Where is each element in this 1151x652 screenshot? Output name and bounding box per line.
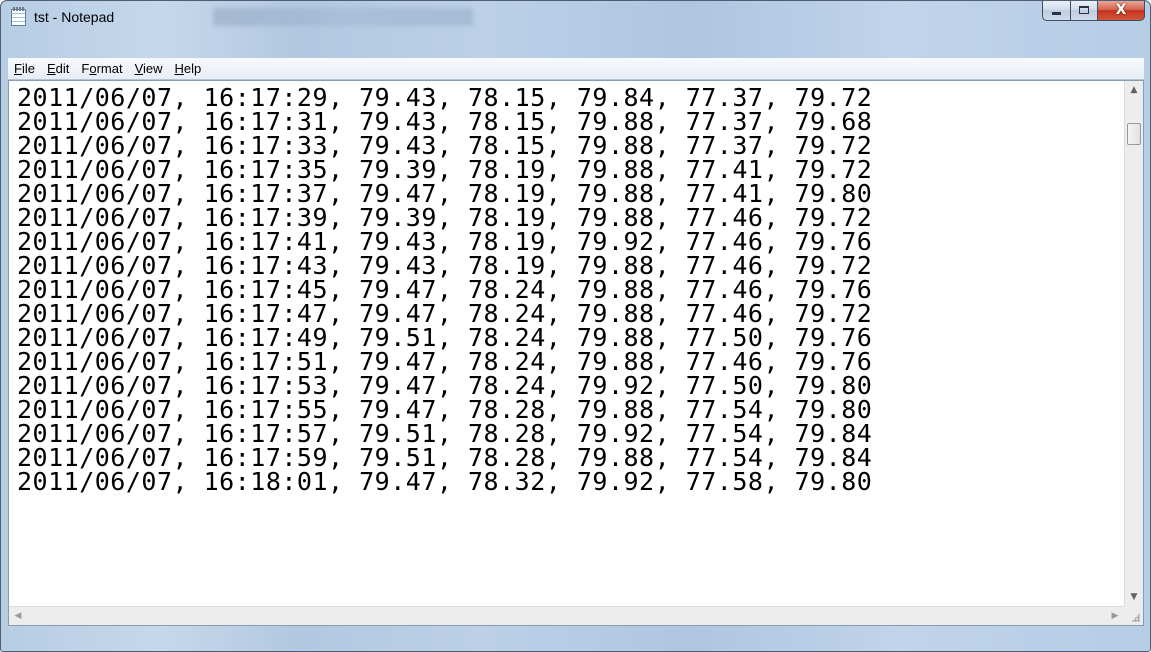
editor-text[interactable]: 2011/06/07, 16:17:29, 79.43, 78.15, 79.8…	[17, 86, 1115, 601]
close-button[interactable]: X	[1097, 1, 1145, 21]
scroll-right-icon[interactable]: ▶	[1106, 607, 1124, 625]
vertical-scroll-thumb[interactable]	[1127, 123, 1141, 145]
title-bar[interactable]: tst - Notepad X	[1, 1, 1150, 34]
notepad-window: tst - Notepad X File Edit Format View He…	[0, 0, 1151, 652]
menu-help-rest: elp	[183, 61, 202, 76]
menu-format-mnemonic: o	[89, 61, 97, 76]
caption-buttons: X	[1042, 1, 1145, 22]
menu-edit[interactable]: Edit	[41, 58, 75, 79]
background-blur	[213, 8, 473, 26]
scroll-up-icon[interactable]: ▲	[1125, 81, 1143, 99]
menu-view-rest: iew	[143, 61, 163, 76]
maximize-icon	[1079, 6, 1089, 14]
notepad-app-icon[interactable]	[11, 7, 26, 26]
text-line[interactable]: 2011/06/07, 16:18:01, 79.47, 78.32, 79.9…	[17, 469, 1115, 494]
menu-view-mnemonic: V	[134, 61, 143, 76]
menu-file-rest: ile	[21, 61, 35, 76]
size-grip-icon	[1131, 613, 1140, 622]
scroll-down-icon[interactable]: ▼	[1125, 588, 1143, 606]
notepad-spiral	[13, 7, 24, 11]
horizontal-scrollbar[interactable]: ◀ ▶	[9, 606, 1124, 625]
minimize-icon	[1052, 12, 1061, 15]
menu-format-rest: rmat	[96, 61, 123, 76]
text-editor[interactable]: 2011/06/07, 16:17:29, 79.43, 78.15, 79.8…	[8, 80, 1144, 626]
menu-bar: File Edit Format View Help	[8, 58, 1144, 80]
menu-view[interactable]: View	[129, 58, 169, 79]
menu-file[interactable]: File	[8, 58, 41, 79]
menu-edit-mnemonic: E	[46, 61, 56, 76]
window-title: tst - Notepad	[34, 9, 115, 25]
menu-edit-rest: dit	[55, 61, 70, 76]
menu-file-mnemonic: F	[14, 61, 22, 76]
close-icon: X	[1115, 2, 1127, 18]
vertical-scrollbar[interactable]: ▲ ▼	[1124, 81, 1143, 606]
minimize-button[interactable]	[1042, 1, 1070, 21]
menu-format[interactable]: Format	[75, 58, 128, 79]
scroll-left-icon[interactable]: ◀	[9, 607, 27, 625]
maximize-button[interactable]	[1070, 1, 1097, 21]
menu-help-mnemonic: H	[174, 61, 184, 76]
size-grip[interactable]	[1124, 606, 1143, 625]
menu-help[interactable]: Help	[169, 58, 208, 79]
